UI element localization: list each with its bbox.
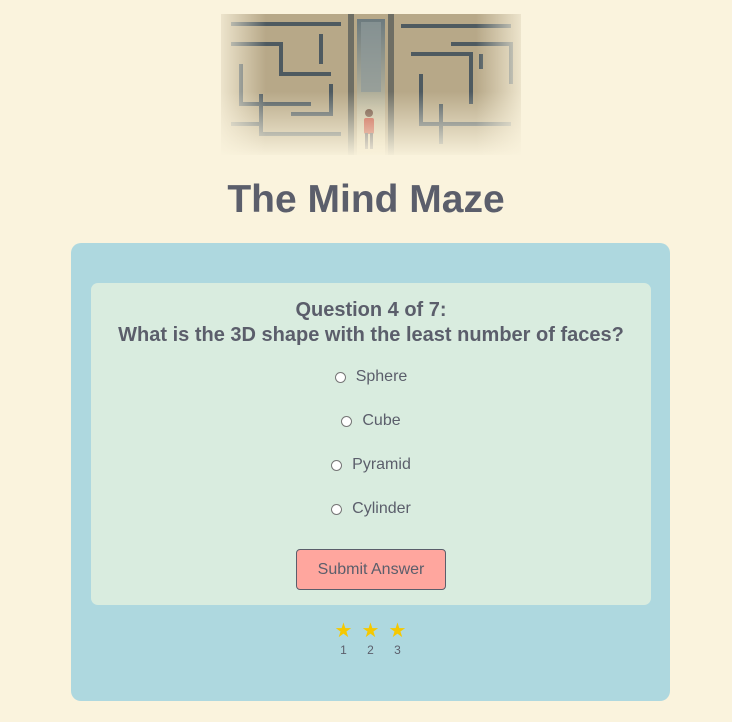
option-cube[interactable]: Cube [91,410,651,454]
option-cylinder[interactable]: Cylinder [91,498,651,542]
star-icon: ★ [388,620,407,642]
progress-star-item: ★ 1 [330,620,357,658]
option-label: Cube [362,412,401,429]
option-label: Cylinder [352,500,411,517]
star-number: 3 [394,643,401,657]
question-number: Question 4 of 7: [295,299,447,321]
progress-star-item: ★ 3 [384,620,411,658]
option-sphere[interactable]: Sphere [91,366,651,410]
page-title: The Mind Maze [227,178,505,221]
radio-button[interactable] [341,416,353,427]
quiz-panel: Question 4 of 7: What is the 3D shape wi… [71,243,670,701]
radio-button[interactable] [331,460,343,471]
star-icon: ★ [361,620,380,642]
option-pyramid[interactable]: Pyramid [91,454,651,498]
star-number: 1 [340,643,347,657]
submit-answer-button[interactable]: Submit Answer [296,549,446,590]
answer-options: Sphere Cube Pyramid Cylinder [91,366,651,542]
question-card: Question 4 of 7: What is the 3D shape wi… [91,283,651,605]
hero-maze-image [221,14,521,155]
progress-stars: ★ 1 ★ 2 ★ 3 [330,620,411,658]
question-text: What is the 3D shape with the least numb… [118,324,624,346]
radio-button[interactable] [334,372,346,383]
option-label: Pyramid [352,456,411,473]
option-label: Sphere [355,368,408,385]
progress-star-item: ★ 2 [357,620,384,658]
star-icon: ★ [334,620,353,642]
star-number: 2 [367,643,374,657]
radio-button[interactable] [331,504,343,515]
